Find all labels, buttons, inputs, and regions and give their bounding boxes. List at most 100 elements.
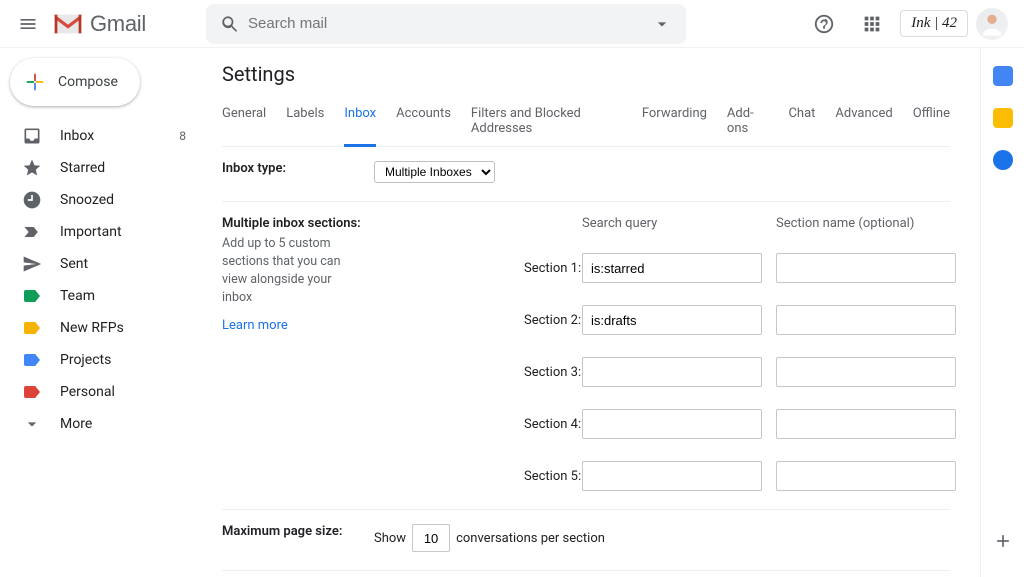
multiple-inbox-position-row: Multiple inbox position: Right of inboxA… (222, 571, 950, 577)
keep-icon[interactable] (993, 108, 1013, 128)
header: Gmail Ink | 42 (0, 0, 1024, 48)
section-4-query-input[interactable] (582, 409, 762, 439)
sidebar-item-label: Personal (60, 384, 186, 400)
tab-add-ons[interactable]: Add-ons (727, 100, 769, 146)
plus-icon (993, 531, 1013, 551)
tab-general[interactable]: General (222, 100, 266, 146)
column-header-section-name: Section name (optional) (776, 216, 958, 231)
section-row-label: Section 3: (524, 365, 582, 380)
tab-chat[interactable]: Chat (788, 100, 815, 146)
hamburger-menu-button[interactable] (8, 4, 48, 44)
tab-labels[interactable]: Labels (286, 100, 324, 146)
sidebar-item-label: Starred (60, 160, 186, 176)
hamburger-icon (18, 14, 38, 34)
section-row-label: Section 1: (524, 261, 582, 276)
tab-advanced[interactable]: Advanced (835, 100, 892, 146)
sidebar-item-label: More (60, 416, 186, 432)
tasks-icon[interactable] (993, 150, 1013, 170)
important-icon (22, 222, 42, 242)
maximum-page-size-label: Maximum page size: (222, 524, 374, 552)
sidebar-item-sent[interactable]: Sent (0, 248, 202, 280)
tab-inbox[interactable]: Inbox (344, 100, 376, 147)
gmail-logo-text: Gmail (90, 11, 146, 37)
section-4-name-input[interactable] (776, 409, 956, 439)
header-right: Ink | 42 (804, 4, 1008, 44)
search-bar[interactable] (206, 4, 686, 44)
max-page-show-text: Show (374, 531, 406, 546)
avatar-icon (978, 10, 1006, 38)
compose-button[interactable]: Compose (10, 58, 140, 106)
section-3-name-input[interactable] (776, 357, 956, 387)
tab-offline[interactable]: Offline (913, 100, 950, 146)
sent-icon (22, 254, 42, 274)
sidebar-item-label: Important (60, 224, 186, 240)
label-icon (22, 350, 42, 370)
sidebar-item-inbox[interactable]: Inbox 8 (0, 120, 202, 152)
learn-more-link[interactable]: Learn more (222, 318, 288, 333)
apps-button[interactable] (852, 4, 892, 44)
sections-grid: Search query Section name (optional) Secti… (374, 216, 958, 491)
sidebar-item-count: 8 (179, 129, 186, 143)
sidebar-item-important[interactable]: Important (0, 216, 202, 248)
sidebar-item-label: Projects (60, 352, 186, 368)
inbox-type-label: Inbox type: (222, 161, 374, 183)
label-icon (22, 318, 42, 338)
maximum-page-size-row: Maximum page size: Show conversations pe… (222, 510, 950, 571)
section-2-name-input[interactable] (776, 305, 956, 335)
gmail-logo-icon (52, 12, 84, 36)
chevron-down-icon (652, 14, 672, 34)
sidebar-item-label: Inbox (60, 128, 161, 144)
sidebar-item-personal[interactable]: Personal (0, 376, 202, 408)
get-addons-button[interactable] (985, 523, 1021, 559)
support-button[interactable] (804, 4, 844, 44)
sidebar-item-label: Sent (60, 256, 186, 272)
more-icon (22, 414, 42, 434)
search-options-dropdown[interactable] (644, 6, 680, 42)
section-row-label: Section 5: (524, 469, 582, 484)
search-input[interactable] (248, 15, 644, 32)
section-5-name-input[interactable] (776, 461, 956, 491)
inbox-type-select[interactable]: Multiple Inboxes (374, 161, 495, 183)
sidebar-item-more[interactable]: More (0, 408, 202, 440)
sidebar-item-label: Snoozed (60, 192, 186, 208)
side-panel (980, 48, 1024, 577)
multiple-inbox-sections-label: Multiple inbox sections: (222, 216, 374, 231)
sidebar-item-projects[interactable]: Projects (0, 344, 202, 376)
label-icon (22, 286, 42, 306)
max-page-size-input[interactable] (412, 524, 450, 552)
sidebar-item-snoozed[interactable]: Snoozed (0, 184, 202, 216)
sidebar-item-starred[interactable]: Starred (0, 152, 202, 184)
tab-accounts[interactable]: Accounts (396, 100, 451, 146)
section-row-label: Section 2: (524, 313, 582, 328)
settings-tabs: General Labels Inbox Accounts Filters and Bl… (222, 100, 950, 147)
apps-grid-icon (861, 13, 883, 35)
star-icon (22, 158, 42, 178)
column-header-search-query: Search query (582, 216, 764, 231)
page-title: Settings (222, 62, 950, 86)
sidebar-item-label: Team (60, 288, 186, 304)
account-avatar[interactable] (976, 8, 1008, 40)
section-5-query-input[interactable] (582, 461, 762, 491)
help-icon (813, 13, 835, 35)
tab-forwarding[interactable]: Forwarding (642, 100, 707, 146)
compose-label: Compose (58, 74, 118, 90)
multiple-inbox-sections-row: Multiple inbox sections: Add up to 5 cus… (222, 202, 950, 510)
section-1-query-input[interactable] (582, 253, 762, 283)
section-2-query-input[interactable] (582, 305, 762, 335)
section-1-name-input[interactable] (776, 253, 956, 283)
workspace-brand[interactable]: Ink | 42 (900, 10, 968, 37)
sidebar-item-team[interactable]: Team (0, 280, 202, 312)
settings-main: Settings General Labels Inbox Accounts Filte… (202, 48, 980, 577)
plus-icon (24, 71, 46, 93)
inbox-icon (22, 126, 42, 146)
calendar-icon[interactable] (993, 66, 1013, 86)
label-icon (22, 382, 42, 402)
multiple-inbox-subtext: Add up to 5 custom sections that you can… (222, 235, 362, 308)
sidebar-item-label: New RFPs (60, 320, 186, 336)
section-3-query-input[interactable] (582, 357, 762, 387)
tab-filters-and-blocked-addresses[interactable]: Filters and Blocked Addresses (471, 100, 622, 146)
gmail-logo[interactable]: Gmail (52, 11, 202, 37)
search-icon[interactable] (212, 6, 248, 42)
clock-icon (22, 190, 42, 210)
sidebar-item-new-rfps[interactable]: New RFPs (0, 312, 202, 344)
